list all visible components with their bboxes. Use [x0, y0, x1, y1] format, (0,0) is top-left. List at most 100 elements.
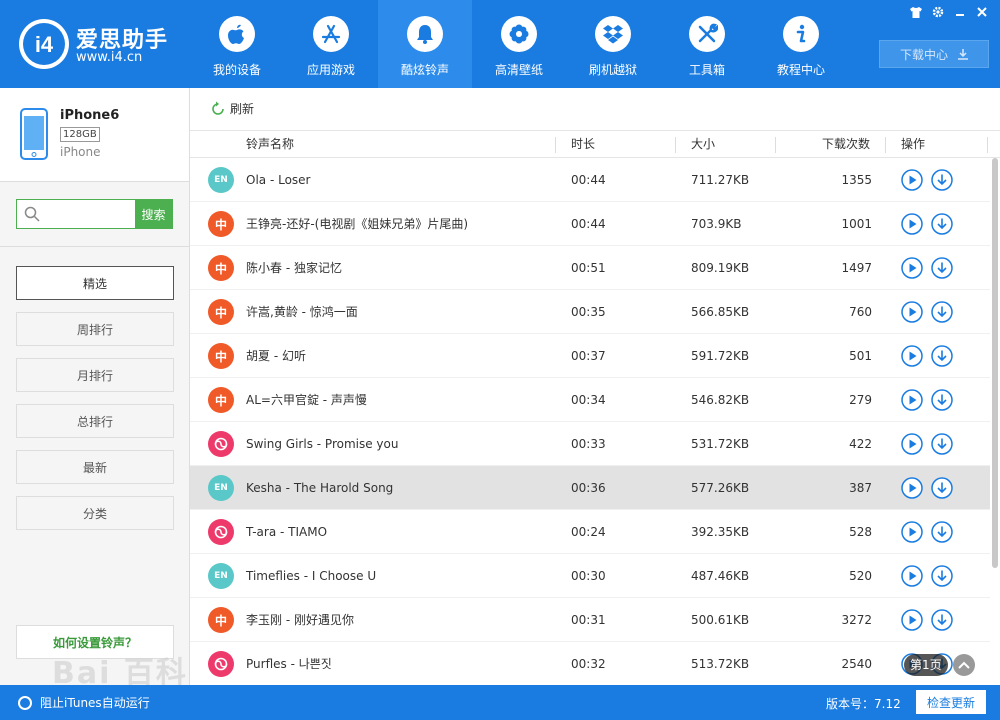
table-row[interactable]: 中王铮亮-还好-(电视剧《姐妹兄弟》片尾曲) 00:44 703.9KB 1001 [190, 202, 990, 246]
play-icon[interactable] [901, 609, 923, 631]
table-row[interactable]: Purfles - 나쁜짓 00:32 513.72KB 2540 [190, 642, 990, 686]
category-item-4[interactable]: 总排行 [16, 404, 174, 438]
download-icon[interactable] [931, 301, 953, 323]
table-row[interactable]: EN Timeflies - I Choose U 00:30 487.46KB 520 [190, 554, 990, 598]
download-icon[interactable] [931, 169, 953, 191]
download-icon[interactable] [931, 433, 953, 455]
info-icon [783, 16, 819, 52]
ringtone-size: 500.61KB [691, 613, 750, 627]
table-row[interactable]: 中胡夏 - 幻听 00:37 591.72KB 501 [190, 334, 990, 378]
play-icon[interactable] [901, 345, 923, 367]
play-icon[interactable] [901, 257, 923, 279]
check-update-button[interactable]: 检查更新 [916, 690, 986, 714]
nav-item-1[interactable]: 我的设备 [190, 0, 284, 88]
download-arrow-icon [958, 48, 968, 60]
ringtone-duration: 00:32 [571, 657, 606, 671]
play-icon[interactable] [901, 301, 923, 323]
table-row[interactable]: 中陈小春 - 独家记忆 00:51 809.19KB 1497 [190, 246, 990, 290]
row-actions [901, 345, 953, 367]
header-separator [885, 137, 886, 153]
ringtone-downloads: 520 [849, 569, 872, 583]
download-icon[interactable] [931, 345, 953, 367]
ringtone-downloads: 1497 [841, 261, 872, 275]
header-separator [775, 137, 776, 153]
header-actions: 操作 [901, 137, 926, 151]
settings-button[interactable] [928, 4, 948, 20]
row-actions [901, 389, 953, 411]
refresh-button[interactable]: 刷新 [210, 100, 254, 117]
play-icon[interactable] [901, 477, 923, 499]
minimize-icon [956, 14, 964, 16]
search-input[interactable] [47, 200, 135, 228]
dropbox-icon [595, 16, 631, 52]
category-item-5[interactable]: 最新 [16, 450, 174, 484]
play-icon[interactable] [901, 565, 923, 587]
table-row[interactable]: Swing Girls - Promise you 00:33 531.72KB 42… [190, 422, 990, 466]
nav-item-2[interactable]: 应用游戏 [284, 0, 378, 88]
ringtone-name: AL=六甲官錠 - 声声慢 [246, 393, 367, 407]
nav-item-6[interactable]: 工具箱 [660, 0, 754, 88]
play-icon[interactable] [901, 389, 923, 411]
scrollbar[interactable] [992, 158, 998, 568]
ringtone-downloads: 1001 [841, 217, 872, 231]
table-row[interactable]: 中李玉刚 - 刚好遇见你 00:31 500.61KB 3272 [190, 598, 990, 642]
table-row[interactable]: 中 AL=六甲官錠 - 声声慢 00:34 546.82KB 279 [190, 378, 990, 422]
chinese-badge: 中 [208, 387, 234, 413]
nav-item-4[interactable]: 高清壁纸 [472, 0, 566, 88]
radio-icon [18, 695, 32, 710]
category-item-6[interactable]: 分类 [16, 496, 174, 530]
version-label: 版本号：7.12 [826, 697, 901, 711]
tools-icon [689, 16, 725, 52]
ringtone-downloads: 760 [849, 305, 872, 319]
play-icon[interactable] [901, 169, 923, 191]
search-box: 搜索 [16, 199, 173, 229]
nav-item-5[interactable]: 刷机越狱 [566, 0, 660, 88]
table-row[interactable]: EN Ola - Loser 00:44 711.27KB 1355 [190, 158, 990, 202]
ringtone-downloads: 387 [849, 481, 872, 495]
play-icon[interactable] [901, 521, 923, 543]
ringtone-name: 李玉刚 - 刚好遇见你 [246, 613, 354, 627]
header-separator [675, 137, 676, 153]
device-capacity: 128GB [60, 127, 100, 142]
shirt-icon [910, 6, 922, 18]
search-button[interactable]: 搜索 [135, 200, 172, 228]
device-info: iPhone6 128GB iPhone [0, 88, 189, 182]
table-row[interactable]: T-ara - TIAMO 00:24 392.35KB 528 [190, 510, 990, 554]
category-item-2[interactable]: 周排行 [16, 312, 174, 346]
nav-item-3[interactable]: 酷炫铃声 [378, 0, 472, 88]
download-icon[interactable] [931, 477, 953, 499]
back-to-top-button[interactable] [953, 654, 975, 676]
skin-button[interactable] [906, 4, 926, 20]
ringtone-name: T-ara - TIAMO [246, 525, 328, 539]
close-button[interactable] [972, 4, 992, 20]
table-row[interactable]: 中许嵩,黄龄 - 惊鸿一面 00:35 566.85KB 760 [190, 290, 990, 334]
nav-label: 应用游戏 [306, 63, 355, 77]
device-name: iPhone6 [60, 108, 120, 123]
download-icon[interactable] [931, 565, 953, 587]
download-icon[interactable] [931, 213, 953, 235]
category-item-1[interactable]: 精选 [16, 266, 174, 300]
download-center-button[interactable]: 下载中心 [879, 40, 989, 68]
block-itunes-toggle[interactable]: 阻止iTunes自动运行 [18, 694, 150, 711]
refresh-label: 刷新 [230, 102, 255, 116]
row-actions [901, 433, 953, 455]
download-center-label: 下载中心 [899, 47, 948, 62]
play-icon[interactable] [901, 213, 923, 235]
chinese-badge: 中 [208, 607, 234, 633]
ringtone-size: 546.82KB [691, 393, 750, 407]
download-icon[interactable] [931, 609, 953, 631]
minimize-button[interactable] [950, 4, 970, 20]
ringtone-downloads: 3272 [841, 613, 872, 627]
ringtone-duration: 00:35 [571, 305, 606, 319]
nav-label: 教程中心 [776, 63, 825, 77]
apple-icon [219, 16, 255, 52]
download-icon[interactable] [931, 257, 953, 279]
table-row[interactable]: EN Kesha - The Harold Song 00:36 577.26KB 38… [190, 466, 990, 510]
ringtone-duration: 00:24 [571, 525, 606, 539]
play-icon[interactable] [901, 433, 923, 455]
nav-item-7[interactable]: 教程中心 [754, 0, 848, 88]
download-icon[interactable] [931, 389, 953, 411]
category-item-3[interactable]: 月排行 [16, 358, 174, 392]
download-icon[interactable] [931, 521, 953, 543]
header-size: 大小 [691, 137, 716, 151]
